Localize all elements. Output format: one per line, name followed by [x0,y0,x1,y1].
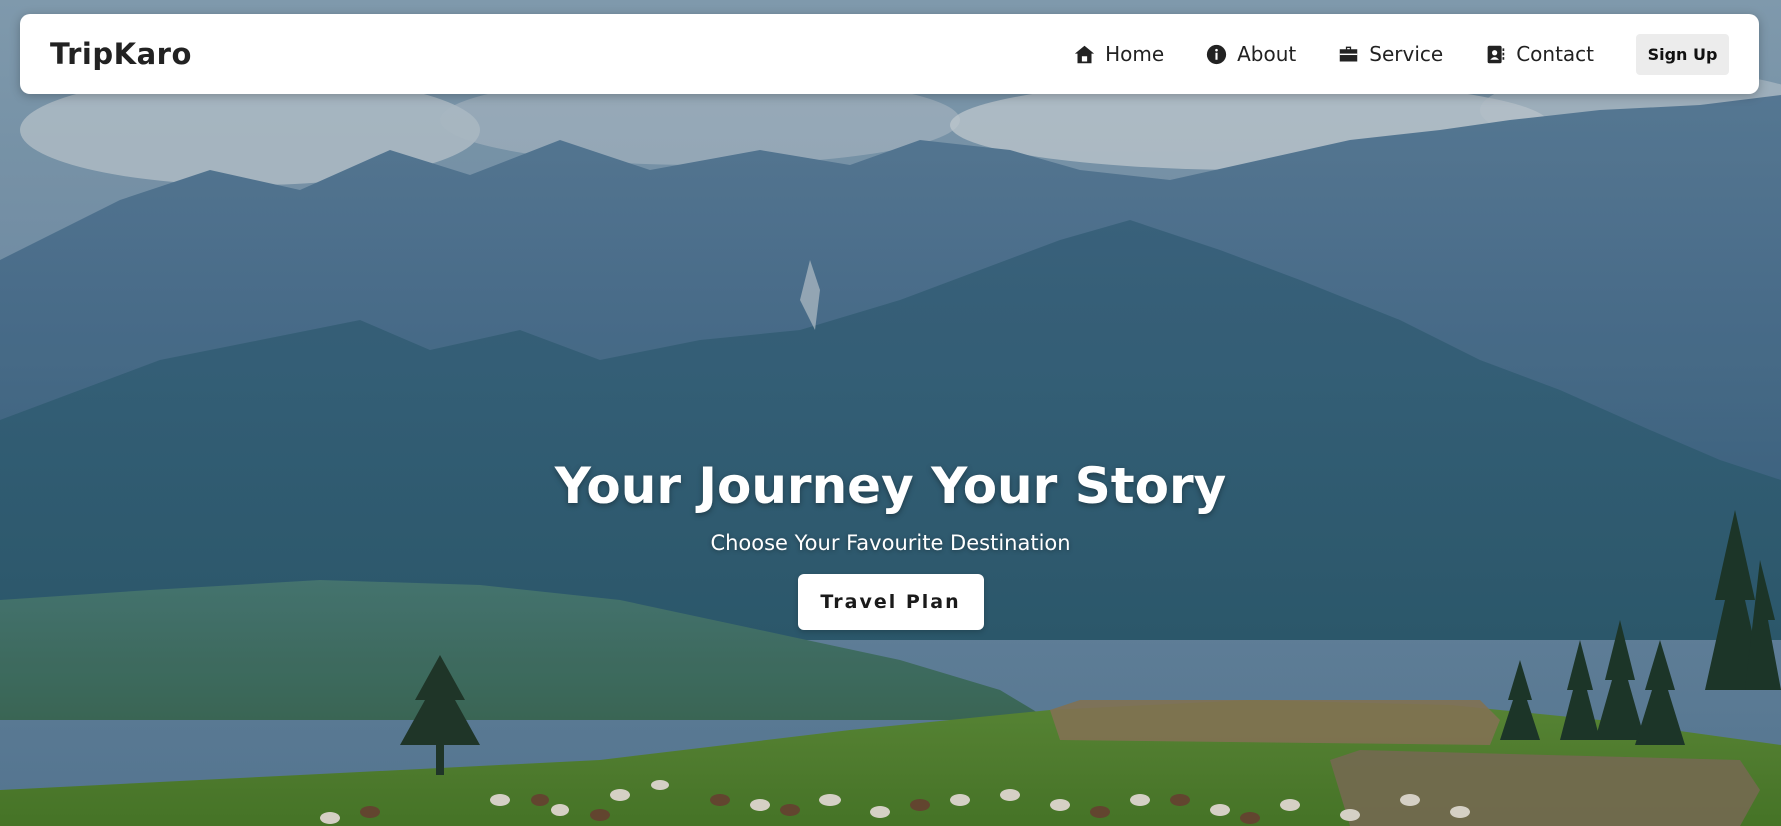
nav-item-about-label: About [1237,42,1297,66]
nav-item-home[interactable]: Home [1074,42,1164,66]
contact-book-icon [1487,45,1505,63]
nav-links: Home About Service Contact [1074,42,1636,66]
nav-item-service[interactable]: Service [1338,42,1443,66]
nav-item-about[interactable]: About [1206,42,1296,66]
hero-title: Your Journey Your Story [554,457,1227,515]
navbar: TripKaro Home About Service Contact Sign… [20,14,1759,94]
hero-background-image [0,0,1781,826]
nav-item-service-label: Service [1369,42,1444,66]
hero-content: Your Journey Your Story Choose Your Favo… [0,455,1781,630]
nav-item-contact-label: Contact [1516,42,1594,66]
briefcase-icon [1340,46,1358,61]
nav-item-home-label: Home [1105,42,1165,66]
signup-button[interactable]: Sign Up [1636,33,1729,75]
nav-item-contact[interactable]: Contact [1485,42,1594,66]
travel-plan-button[interactable]: Travel Plan [797,574,984,630]
nav-right-group: Home About Service Contact Sign Up [1074,33,1729,75]
hero-section: TripKaro Home About Service Contact Sign… [0,0,1781,826]
home-icon [1074,45,1095,63]
info-icon [1207,44,1227,64]
hero-subtitle: Choose Your Favourite Destination [710,531,1071,555]
brand-logo[interactable]: TripKaro [50,37,192,71]
